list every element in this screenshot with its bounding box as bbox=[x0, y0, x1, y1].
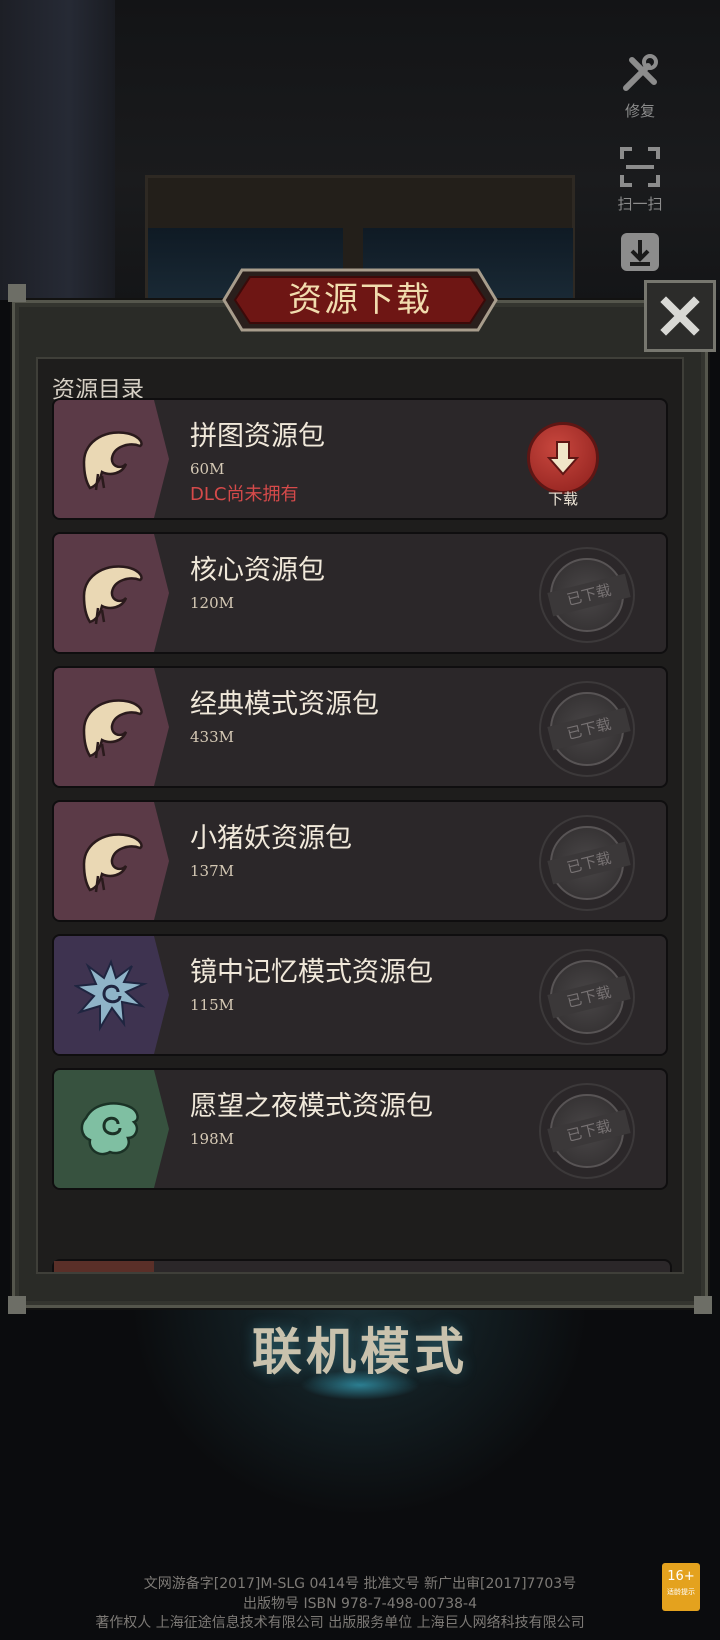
scan-icon bbox=[618, 145, 662, 189]
downloaded-badge: 已下载 bbox=[539, 815, 635, 911]
repair-tools-icon bbox=[618, 52, 662, 96]
downloaded-badge: 已下载 bbox=[539, 949, 635, 1045]
frame-corner bbox=[8, 284, 26, 302]
crescent-leaf-icon bbox=[74, 824, 148, 898]
resource-pack-item[interactable]: 愿望之夜模式资源包 198M 已下载 bbox=[52, 1068, 668, 1190]
pack-name: 小猪妖资源包 bbox=[190, 823, 352, 854]
resource-pack-item[interactable]: 镜中记忆模式资源包 115M 已下载 bbox=[52, 934, 668, 1056]
pack-name: 核心资源包 bbox=[190, 555, 325, 586]
download-label: 下载 bbox=[547, 490, 578, 508]
license-line-3: 著作权人 上海征途信息技术有限公司 出版服务单位 上海巨人网络科技有限公司 bbox=[95, 1615, 585, 1631]
repair-button[interactable]: 修复 bbox=[605, 52, 675, 121]
download-side-button[interactable] bbox=[605, 230, 675, 278]
download-button[interactable] bbox=[527, 422, 599, 494]
resource-pack-item[interactable]: 小猪妖资源包 137M 已下载 bbox=[52, 800, 668, 922]
arrow-down-icon bbox=[546, 441, 580, 476]
dialog-title: 资源下载 bbox=[288, 280, 432, 320]
frame-corner bbox=[694, 1296, 712, 1314]
resource-pack-item[interactable]: 拼图资源包 60M DLC尚未拥有 下载 bbox=[52, 398, 668, 520]
resource-pack-item[interactable]: 核心资源包 120M 已下载 bbox=[52, 532, 668, 654]
download-icon bbox=[618, 230, 662, 274]
downloaded-badge: 已下载 bbox=[539, 681, 635, 777]
list-item-partial bbox=[52, 1259, 672, 1272]
repair-label: 修复 bbox=[624, 102, 655, 120]
pack-name: 拼图资源包 bbox=[190, 421, 325, 452]
crescent-leaf-icon bbox=[74, 556, 148, 630]
dialog-title-plate: 资源下载 bbox=[222, 268, 498, 332]
scan-label: 扫一扫 bbox=[617, 195, 663, 213]
online-mode-button[interactable]: 联机模式 bbox=[0, 1312, 720, 1384]
license-line-1: 文网游备字[2017]M-SLG 0414号 批准文号 新广出审[2017]77… bbox=[143, 1576, 577, 1592]
downloaded-badge: 已下载 bbox=[539, 547, 635, 643]
crescent-leaf-icon bbox=[74, 690, 148, 764]
pack-size: 198M bbox=[190, 1130, 234, 1148]
pack-name: 镜中记忆模式资源包 bbox=[190, 957, 433, 988]
downloaded-badge: 已下载 bbox=[539, 1083, 635, 1179]
scan-button[interactable]: 扫一扫 bbox=[605, 145, 675, 214]
pack-name: 经典模式资源包 bbox=[190, 689, 379, 720]
pack-status: DLC尚未拥有 bbox=[190, 484, 299, 505]
spiky-swirl-icon bbox=[72, 958, 148, 1032]
license-line-2: 出版物号 ISBN 978-7-498-00738-4 bbox=[243, 1596, 477, 1612]
crescent-leaf-icon bbox=[74, 422, 148, 496]
pack-size: 120M bbox=[190, 594, 234, 612]
pack-name: 愿望之夜模式资源包 bbox=[190, 1091, 433, 1122]
age-rating-text: 16+ bbox=[667, 1569, 695, 1584]
pack-size: 433M bbox=[190, 728, 234, 746]
pack-size: 115M bbox=[190, 996, 234, 1014]
pack-size: 60M bbox=[190, 460, 225, 478]
close-icon bbox=[660, 296, 700, 336]
pack-size: 137M bbox=[190, 862, 234, 880]
close-button[interactable] bbox=[644, 280, 716, 352]
frame-corner bbox=[8, 1296, 26, 1314]
background-curtain bbox=[0, 0, 115, 300]
resource-pack-item[interactable]: 经典模式资源包 433M 已下载 bbox=[52, 666, 668, 788]
age-rating-badge: 16+ 适龄提示 bbox=[662, 1563, 700, 1611]
age-rating-sub: 适龄提示 bbox=[667, 1588, 695, 1596]
leaf-swirl-icon bbox=[74, 1092, 148, 1166]
